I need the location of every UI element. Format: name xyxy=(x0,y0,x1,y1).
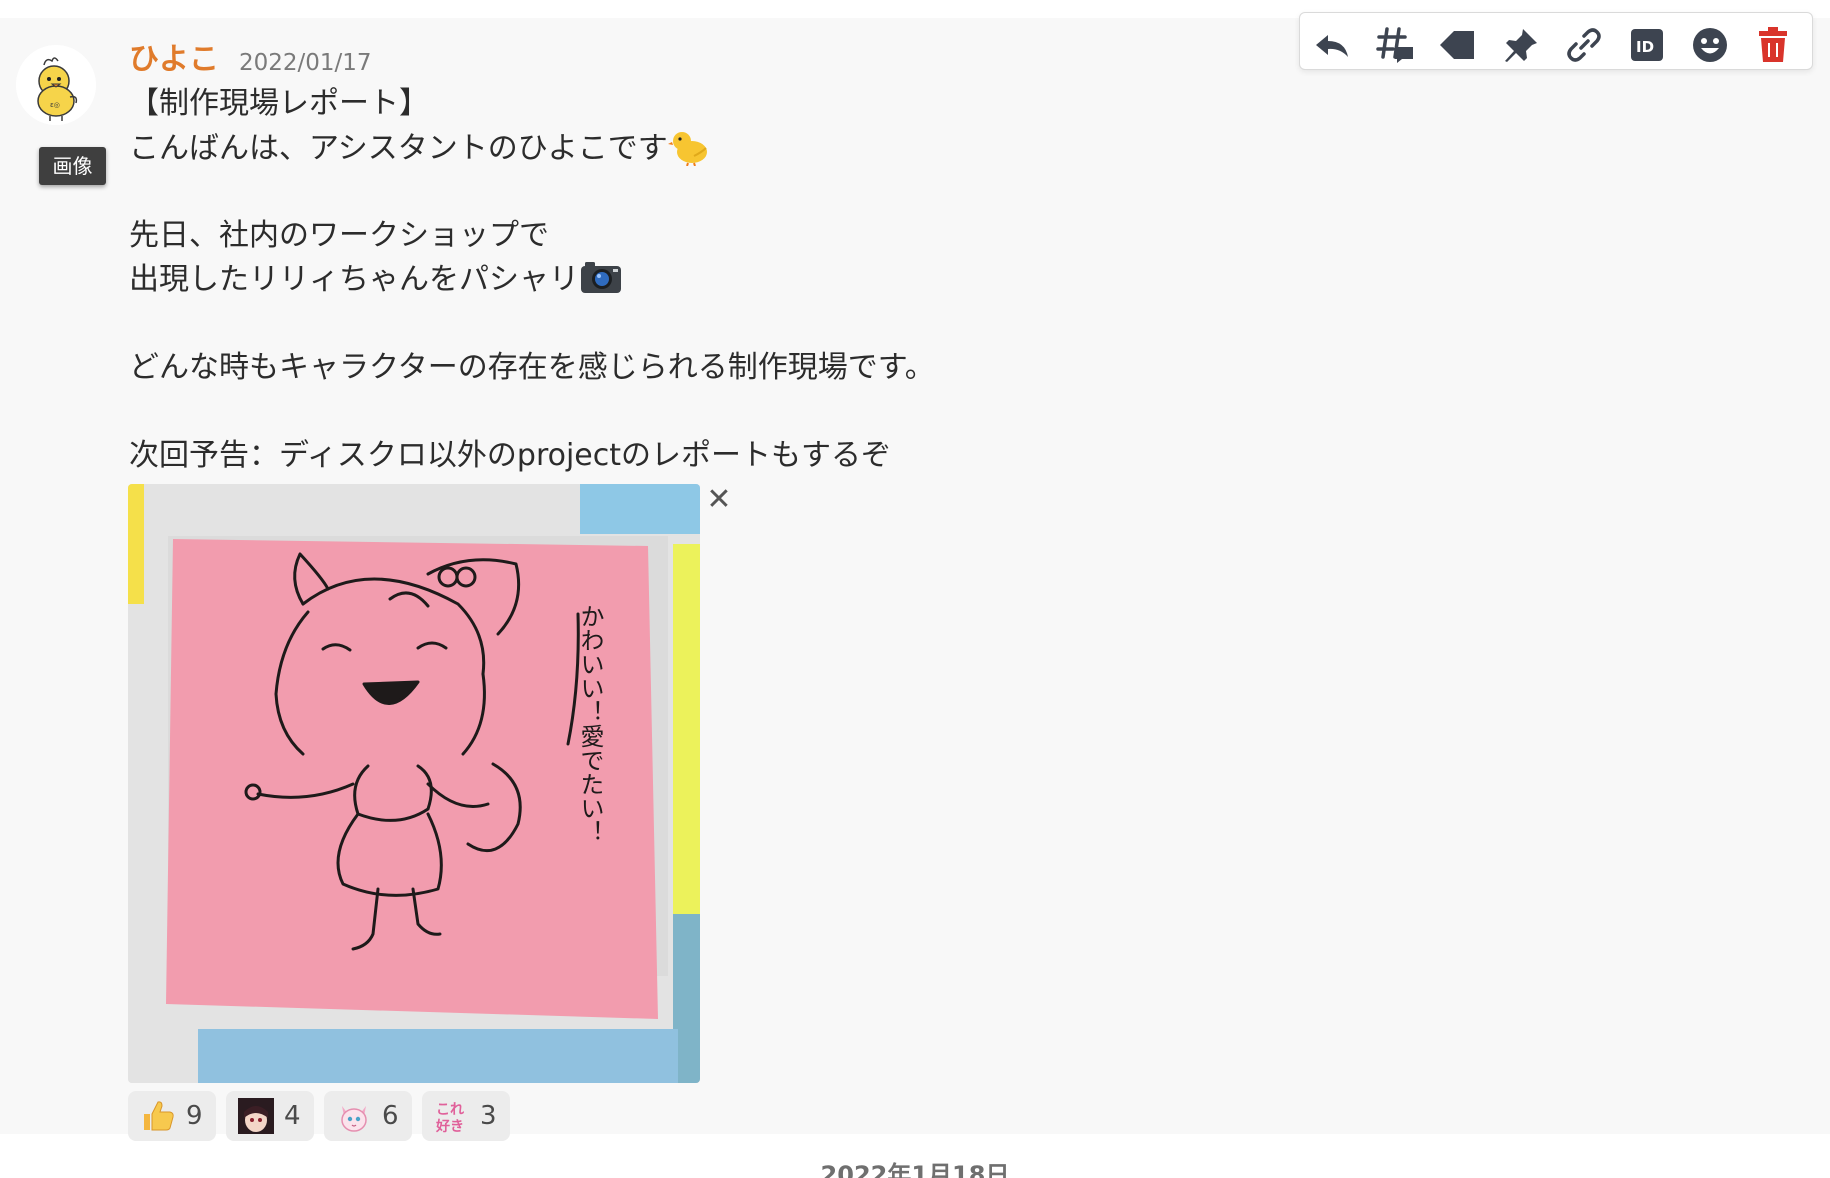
thread-icon[interactable] xyxy=(1375,25,1415,65)
camera-emoji-icon xyxy=(581,262,621,293)
line-text: 先日、社内のワークショップで xyxy=(129,218,549,253)
thumbs-up-icon xyxy=(144,1101,174,1131)
trash-icon[interactable] xyxy=(1753,25,1793,65)
line-text: どんな時もキャラクターの存在を感じられる制作現場です。 xyxy=(129,350,935,385)
message-line: 次回予告：ディスクロ以外のprojectのレポートもするぞ xyxy=(129,434,1329,478)
chick-avatar-icon: ε◎ xyxy=(16,45,96,125)
line-text: 出現したリリィちゃんをパシャリ xyxy=(129,262,579,297)
reaction-count: 3 xyxy=(480,1101,497,1131)
message-timestamp[interactable]: 2022/01/17 xyxy=(239,46,372,80)
id-icon[interactable]: ID xyxy=(1627,25,1667,65)
image-attachment[interactable]: かわいい！愛でたい！ xyxy=(128,484,700,1083)
message-line xyxy=(129,302,1329,346)
author-name[interactable]: ひよこ xyxy=(129,40,219,80)
message-line: どんな時もキャラクターの存在を感じられる制作現場です。 xyxy=(129,346,1329,390)
reaction-count: 6 xyxy=(382,1101,399,1131)
chick-emoji-icon xyxy=(667,132,707,166)
message-action-toolbar: ID xyxy=(1299,12,1813,70)
reaction-kore-suki[interactable]: これ 好き 3 xyxy=(422,1091,510,1141)
svg-text:これ: これ xyxy=(436,1102,464,1118)
message-line: 【制作現場レポート】 xyxy=(129,82,1329,126)
date-divider: 2022年1月18日 xyxy=(820,1161,1010,1178)
reaction-count: 4 xyxy=(284,1101,301,1131)
sticky-note-drawing-image: かわいい！愛でたい！ xyxy=(128,484,700,1083)
line-text: 【制作現場レポート】 xyxy=(129,86,429,121)
tag-icon[interactable] xyxy=(1438,25,1478,65)
line-text: こんばんは、アシスタントのひよこです xyxy=(129,131,668,166)
link-icon[interactable] xyxy=(1564,25,1604,65)
line-text: 次回予告：ディスクロ以外のprojectのレポートもするぞ xyxy=(129,438,892,473)
message-line: 出現したリリィちゃんをパシャリ xyxy=(129,258,1329,302)
svg-text:ε◎: ε◎ xyxy=(50,101,60,109)
chat-message: ε◎ 画像 ひよこ 2022/01/17 【制作現場レポート】 こんばんは、アシ… xyxy=(0,12,1830,1141)
user-avatar[interactable]: ε◎ xyxy=(16,45,96,125)
reply-icon[interactable] xyxy=(1312,25,1352,65)
message-body: 【制作現場レポート】 こんばんは、アシスタントのひよこです 先日、社内のワークシ… xyxy=(129,82,1329,478)
message-line xyxy=(129,170,1329,214)
character-face-icon xyxy=(238,1098,274,1134)
chat-page: ε◎ 画像 ひよこ 2022/01/17 【制作現場レポート】 こんばんは、アシ… xyxy=(0,0,1830,1178)
reaction-pink-cat[interactable]: 6 xyxy=(324,1091,412,1141)
kore-suki-icon: これ 好き xyxy=(435,1102,464,1134)
reaction-thumbs-up[interactable]: 9 xyxy=(128,1091,216,1141)
svg-text:好き: 好き xyxy=(435,1118,464,1134)
message-line xyxy=(129,390,1329,434)
avatar-tooltip: 画像 xyxy=(39,147,106,185)
message-line: 先日、社内のワークショップで xyxy=(129,214,1329,258)
pin-icon[interactable] xyxy=(1501,25,1541,65)
message-line: こんばんは、アシスタントのひよこです xyxy=(129,126,1329,170)
pink-cat-icon xyxy=(341,1106,367,1132)
svg-text:ID: ID xyxy=(1636,38,1654,56)
reaction-count: 9 xyxy=(186,1101,203,1131)
emoji-icon[interactable] xyxy=(1690,25,1730,65)
note-handwriting: かわいい！愛でたい！ xyxy=(576,604,604,844)
close-attachment-button[interactable]: ✕ xyxy=(703,484,735,516)
reaction-character-face[interactable]: 4 xyxy=(226,1091,314,1141)
